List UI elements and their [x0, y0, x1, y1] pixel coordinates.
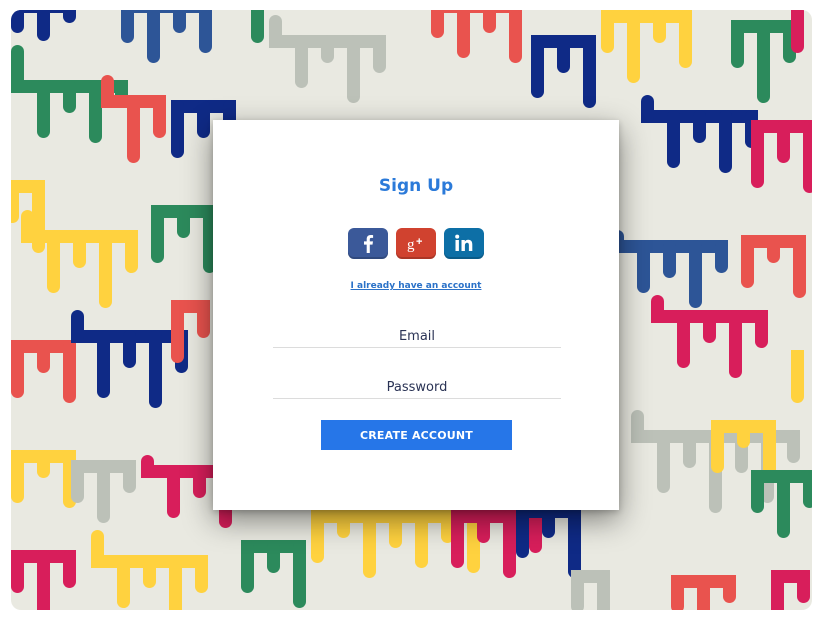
pattern-blob: [71, 460, 136, 523]
pattern-blob: [731, 20, 796, 103]
facebook-icon: [364, 235, 374, 253]
pattern-blob: [571, 570, 610, 610]
social-buttons: g +: [213, 228, 619, 259]
pattern-blob: [251, 10, 264, 43]
facebook-button[interactable]: [348, 228, 388, 259]
pattern-blob: [121, 10, 212, 63]
pattern-blob: [11, 10, 76, 41]
pattern-blob: [791, 350, 804, 403]
pattern-blob: [531, 35, 596, 108]
pattern-blob: [11, 340, 76, 403]
pattern-blob: [11, 450, 76, 508]
pattern-blob: [751, 470, 812, 538]
svg-text:+: +: [416, 236, 422, 248]
pattern-blob: [516, 505, 581, 578]
pattern-blob: [171, 300, 210, 363]
pattern-blob: [151, 205, 216, 273]
create-account-button[interactable]: CREATE ACCOUNT: [321, 420, 512, 450]
pattern-blob: [751, 120, 812, 193]
signup-title: Sign Up: [378, 176, 454, 196]
pattern-blob: [91, 530, 208, 610]
pattern-blob: [611, 230, 728, 308]
pattern-blob: [671, 575, 736, 610]
svg-text:g: g: [407, 237, 415, 253]
pattern-blob: [771, 570, 810, 610]
pattern-blob: [431, 10, 522, 63]
already-have-account-link[interactable]: I already have an account: [213, 281, 619, 291]
email-field[interactable]: [273, 325, 561, 348]
linkedin-icon: [455, 234, 473, 251]
pattern-blob: [71, 310, 188, 408]
pattern-blob: [241, 540, 306, 608]
pattern-blob: [651, 295, 768, 378]
google-plus-button[interactable]: g +: [396, 228, 436, 259]
password-field[interactable]: [273, 376, 561, 399]
pattern-blob: [269, 15, 386, 103]
linkedin-button[interactable]: [444, 228, 484, 259]
pattern-blob: [601, 10, 692, 83]
signup-card: Sign Up g + I already have an account CR…: [213, 120, 619, 510]
pattern-blob: [101, 75, 166, 163]
pattern-blob: [791, 10, 804, 53]
pattern-blob: [641, 95, 758, 173]
google-plus-icon: g +: [407, 236, 422, 253]
pattern-blob: [741, 235, 806, 298]
pattern-blob: [11, 550, 76, 610]
